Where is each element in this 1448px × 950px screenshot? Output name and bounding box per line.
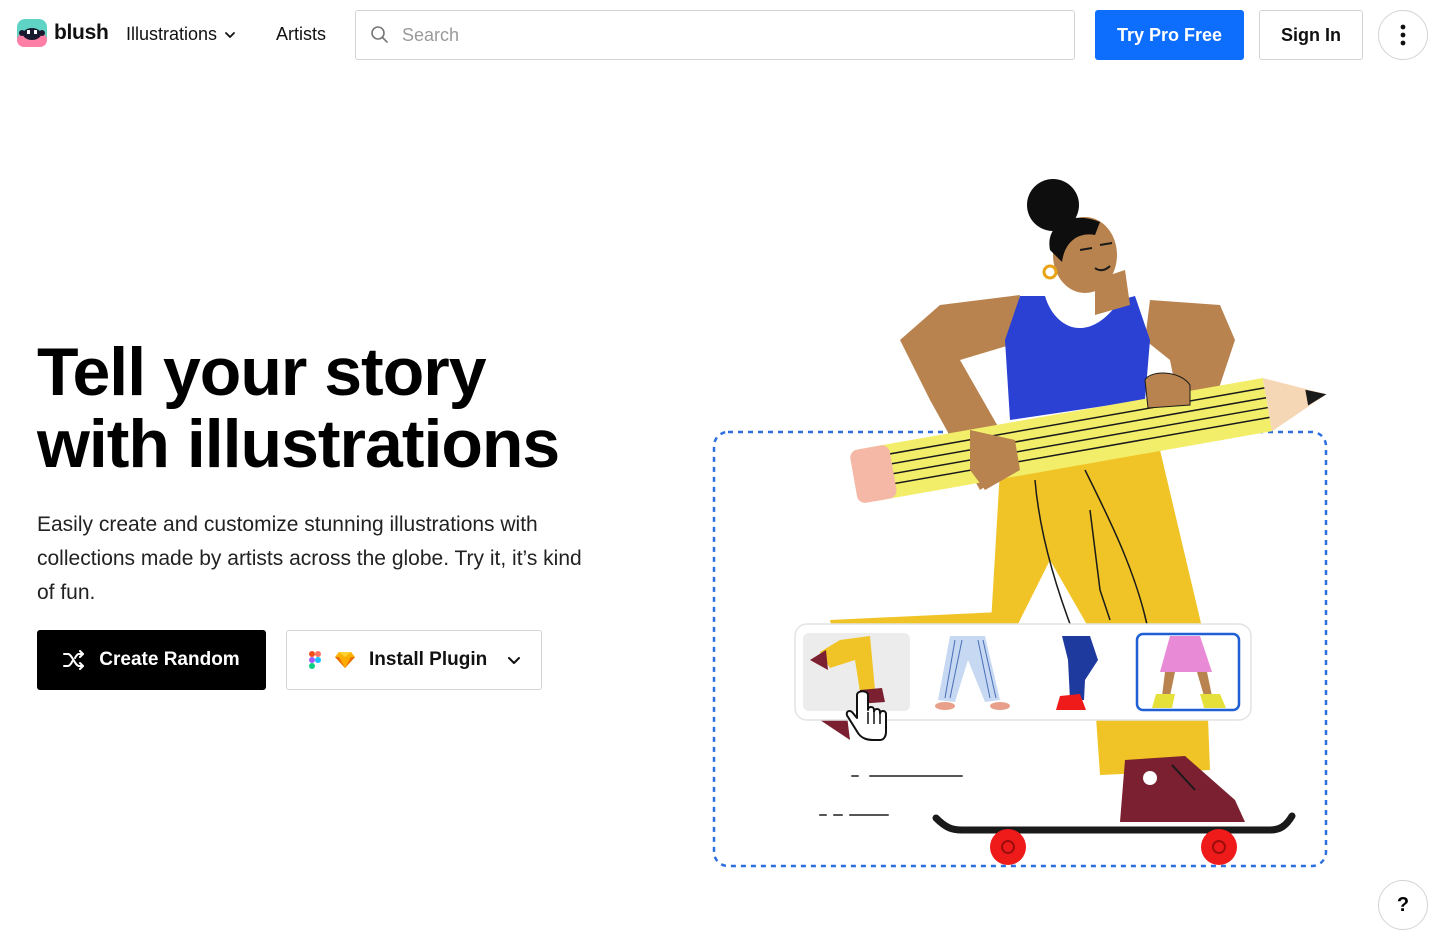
install-plugin-label: Install Plugin (369, 649, 488, 670)
speed-lines (819, 775, 963, 816)
nav-artists-label: Artists (276, 24, 327, 44)
pants (990, 450, 1210, 775)
brand-name: blush (54, 21, 109, 44)
more-options-button[interactable] (1378, 10, 1428, 60)
blush-logo-icon (17, 19, 47, 47)
skateboard-wheel (1201, 829, 1237, 865)
shuffle-icon (63, 650, 85, 670)
top-navigation-bar: blush Illustrations Artists Try Pro Free… (0, 0, 1448, 70)
nav-illustrations-label: Illustrations (126, 24, 218, 44)
sneaker (1120, 756, 1245, 822)
hero-title-line-1: Tell your story (37, 334, 487, 410)
search-bar[interactable] (355, 10, 1075, 60)
vertical-dots-icon (1400, 24, 1406, 46)
nav-artists-link[interactable]: Artists (276, 24, 326, 45)
help-button[interactable]: ? (1378, 880, 1428, 930)
right-hand (1144, 372, 1191, 409)
chevron-down-icon (225, 31, 235, 38)
hero-description: Easily create and customize stunning ill… (37, 513, 582, 604)
sketch-icon (335, 652, 355, 668)
search-icon (371, 26, 388, 43)
create-random-button[interactable]: Create Random (37, 630, 266, 690)
create-random-label: Create Random (99, 649, 240, 670)
picker-option-skirt-legs[interactable] (1135, 632, 1241, 712)
install-plugin-button[interactable]: Install Plugin (286, 630, 542, 690)
hero-title: Tell your story with illustrations (37, 336, 637, 480)
sign-in-button[interactable]: Sign In (1259, 10, 1363, 60)
nav-illustrations-dropdown[interactable]: Illustrations (126, 24, 237, 45)
chevron-down-icon (508, 657, 521, 664)
brand-logo[interactable]: blush (16, 18, 109, 48)
hero-illustration (712, 179, 1328, 868)
tank-top (1005, 296, 1150, 420)
hero-title-line-2: with illustrations (37, 406, 560, 482)
try-pro-free-button[interactable]: Try Pro Free (1095, 10, 1244, 60)
figma-icon (309, 651, 321, 669)
skateboard-wheel (990, 829, 1026, 865)
search-input[interactable] (402, 24, 1002, 46)
